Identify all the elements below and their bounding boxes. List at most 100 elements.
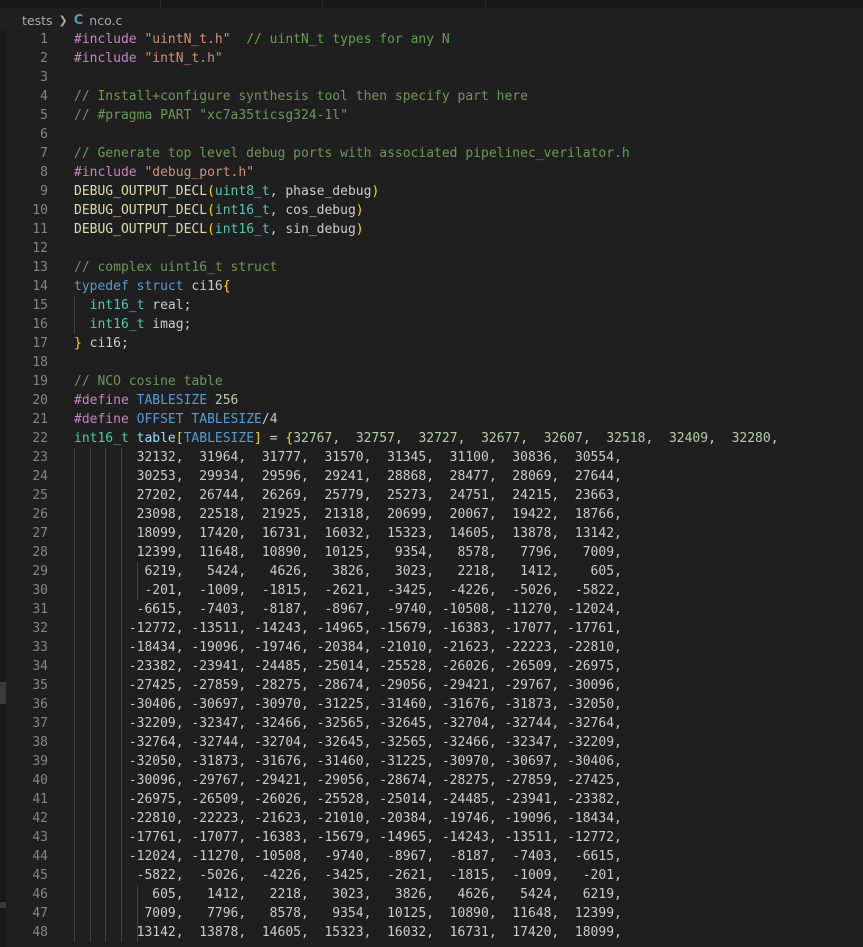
code-token: ( [207,203,215,218]
chevron-right-icon: ❯ [58,13,68,27]
code-token: DEBUG_OUTPUT_DECL [74,203,208,218]
code-line[interactable]: 30 -201, -1009, -1815, -2621, -3425, -42… [0,581,863,600]
code-token: ( [207,184,215,199]
code-text: // Generate top level debug ports with a… [74,144,630,163]
code-text: // #pragma PART "xc7a35ticsg324-1l" [74,106,348,125]
line-number: 24 [32,469,48,484]
code-token: #include [74,51,145,66]
code-line[interactable]: 22 int16_t table[TABLESIZE] = {32767, 327… [0,429,863,448]
code-line[interactable]: 27 18099, 17420, 16731, 16032, 15323, 14… [0,524,863,543]
tab-bar-edge [0,0,863,8]
code-line[interactable]: 21 #define OFFSET TABLESIZE/4 [0,410,863,429]
code-line[interactable]: 35 -27425, -27859, -28275, -28674, -2905… [0,676,863,695]
code-line[interactable]: 34 -23382, -23941, -24485, -25014, -2552… [0,657,863,676]
code-token: -32209, -32347, -32466, -32565, -32645, … [74,716,622,731]
code-line[interactable]: 45 -5822, -5026, -4226, -3425, -2621, -1… [0,866,863,885]
code-token: DEBUG_OUTPUT_DECL [74,222,208,237]
code-text: #define TABLESIZE 256 [74,391,238,410]
code-token: { [222,279,231,294]
indent-guide [120,524,122,543]
code-line[interactable]: 16 int16_t imag; [0,315,863,334]
code-line[interactable]: 43 -17761, -17077, -16383, -15679, -1496… [0,828,863,847]
code-text: #include "uintN_t.h" // uintN_t types fo… [74,30,450,49]
indent-guide [74,676,75,695]
code-token: , [332,431,356,446]
code-line[interactable]: 5 // #pragma PART "xc7a35ticsg324-1l" [0,106,863,125]
code-line[interactable]: 7 // Generate top level debug ports with … [0,144,863,163]
line-number: 40 [32,773,48,788]
code-token: -12024, -11270, -10508, -9740, -8967, -8… [74,849,622,864]
code-line[interactable]: 9 DEBUG_OUTPUT_DECL(uint8_t, phase_debug) [0,182,863,201]
breadcrumb-file[interactable]: nco.c [89,13,122,28]
indent-guide [136,581,138,600]
code-text: int16_t table[TABLESIZE] = {32767, 32757… [74,429,779,448]
code-line[interactable]: 18 [0,353,863,372]
code-line[interactable]: 29 6219, 5424, 4626, 3826, 3023, 2218, 1… [0,562,863,581]
code-line[interactable]: 13 // complex uint16_t struct [0,258,863,277]
indent-guide [120,733,122,752]
indent-guide [74,505,75,524]
indent-guide [89,600,91,619]
code-line[interactable]: 32 -12772, -13511, -14243, -14965, -1567… [0,619,863,638]
code-line[interactable]: 41 -26975, -26509, -26026, -25528, -2501… [0,790,863,809]
code-line[interactable]: 31 -6615, -7403, -8187, -8967, -9740, -1… [0,600,863,619]
code-line[interactable]: 23 32132, 31964, 31777, 31570, 31345, 31… [0,448,863,467]
code-line[interactable]: 38 -32764, -32744, -32704, -32645, -3256… [0,733,863,752]
code-token: -6615, -7403, -8187, -8967, -9740, -1050… [74,602,622,617]
code-line[interactable]: 14 typedef struct ci16{ [0,277,863,296]
code-line[interactable]: 48 13142, 13878, 14605, 15323, 16032, 16… [0,923,863,942]
code-line[interactable]: 17} ci16; [0,334,863,353]
code-line[interactable]: 36 -30406, -30697, -30970, -31225, -3146… [0,695,863,714]
indent-guide [89,695,91,714]
code-line[interactable]: 44 -12024, -11270, -10508, -9740, -8967,… [0,847,863,866]
indent-guide [136,904,138,923]
code-token: typedef [74,279,129,294]
code-line[interactable]: 39 -32050, -31873, -31676, -31460, -3122… [0,752,863,771]
code-line[interactable]: 47 7009, 7796, 8578, 9354, 10125, 10890,… [0,904,863,923]
code-line[interactable]: 24 30253, 29934, 29596, 29241, 28868, 28… [0,467,863,486]
code-token: imag; [144,317,192,332]
indent-guide [89,486,91,505]
code-line[interactable]: 2 #include "intN_t.h" [0,49,863,68]
code-line[interactable]: 28 12399, 11648, 10890, 10125, 9354, 857… [0,543,863,562]
code-token: "uintN_t.h" [144,32,231,47]
code-line[interactable]: 19 // NCO cosine table [0,372,863,391]
code-line[interactable]: 1 #include "uintN_t.h" // uintN_t types f… [0,30,863,49]
breadcrumb-folder[interactable]: tests [22,13,53,28]
code-line[interactable]: 26 23098, 22518, 21925, 21318, 20699, 20… [0,505,863,524]
code-token: -5822, -5026, -4226, -3425, -2621, -1815… [74,868,622,883]
code-line[interactable]: 25 27202, 26744, 26269, 25779, 25273, 24… [0,486,863,505]
code-token: #include [74,165,145,180]
line-number: 18 [32,355,48,370]
indent-guide [74,486,75,505]
code-token: , [457,431,482,446]
code-line[interactable]: 6 [0,125,863,144]
indent-guide [120,657,122,676]
code-line[interactable]: 46 605, 1412, 2218, 3023, 3826, 4626, 54… [0,885,863,904]
code-line[interactable]: 33 -18434, -19096, -19746, -20384, -2101… [0,638,863,657]
code-token: int16_t [74,431,129,446]
code-line[interactable]: 12 [0,239,863,258]
code-line[interactable]: 37 -32209, -32347, -32466, -32565, -3264… [0,714,863,733]
code-line[interactable]: 11 DEBUG_OUTPUT_DECL(int16_t, sin_debug) [0,220,863,239]
code-line[interactable]: 10 DEBUG_OUTPUT_DECL(int16_t, cos_debug) [0,201,863,220]
code-line[interactable]: 8 #include "debug_port.h" [0,163,863,182]
indent-guide [74,638,75,657]
code-line[interactable]: 3 [0,68,863,87]
line-number: 16 [32,317,48,332]
code-text: -12772, -13511, -14243, -14965, -15679, … [74,619,622,638]
code-line[interactable]: 40 -30096, -29767, -29421, -29056, -2867… [0,771,863,790]
indent-guide [120,790,122,809]
code-line[interactable]: 4 // Install+configure synthesis tool the… [0,87,863,106]
line-number: 15 [32,298,48,313]
indent-guide [74,752,75,771]
indent-guide [120,809,122,828]
indent-guide [120,562,122,581]
code-line[interactable]: 42 -22810, -22223, -21623, -21010, -2038… [0,809,863,828]
code-text: 6219, 5424, 4626, 3826, 3023, 2218, 1412… [74,562,621,581]
indent-guide [105,695,107,714]
code-line[interactable]: 20 #define TABLESIZE 256 [0,391,863,410]
code-line[interactable]: 15 int16_t real; [0,296,863,315]
